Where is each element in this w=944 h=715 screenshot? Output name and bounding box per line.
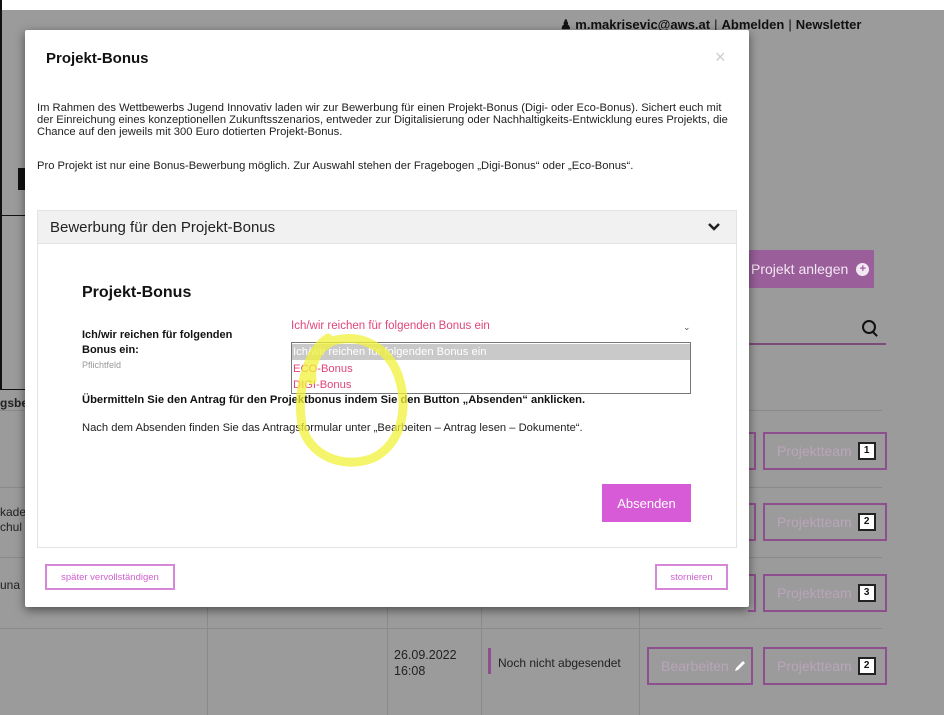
submission-date: 26.09.2022 — [394, 648, 457, 662]
status-indicator — [488, 648, 491, 674]
cell-fragment: chul — [0, 520, 23, 534]
new-project-button[interactable]: Projekt anlegen + — [745, 250, 874, 288]
search-icon[interactable] — [862, 320, 876, 334]
edit-button[interactable]: Bearbeiten — [647, 647, 753, 685]
new-project-label: Projekt anlegen — [751, 261, 849, 277]
table-column-line — [481, 607, 482, 715]
submit-button[interactable]: Absenden — [602, 484, 691, 522]
search-underline — [740, 343, 886, 345]
close-icon[interactable]: × — [715, 47, 726, 68]
accordion-title: Bewerbung für den Projekt-Bonus — [50, 219, 276, 236]
table-column-line — [387, 607, 388, 715]
accordion-header[interactable]: Bewerbung für den Projekt-Bonus — [37, 210, 737, 244]
complete-later-button[interactable]: später vervollständigen — [45, 564, 175, 590]
team-count-badge: 3 — [857, 584, 876, 602]
top-bar — [0, 0, 944, 10]
project-team-label: Projektteam — [777, 443, 852, 459]
chevron-down-icon — [708, 223, 720, 231]
project-team-label: Projektteam — [777, 585, 852, 601]
separator: | — [788, 17, 792, 32]
edit-button-edge[interactable] — [748, 432, 756, 470]
newsletter-link[interactable]: Newsletter — [796, 17, 862, 32]
edit-button-edge[interactable] — [748, 503, 756, 541]
cell-fragment: una — [0, 578, 21, 592]
team-count-badge: 2 — [857, 513, 876, 531]
status-text: Noch nicht abgesendet — [498, 656, 621, 670]
team-count-badge: 1 — [857, 442, 876, 460]
chevron-down-icon: ⌄ — [683, 322, 691, 332]
column-header-fragment: gsbe — [0, 396, 29, 410]
intro-text: Im Rahmen des Wettbewerbs Jugend Innovat… — [37, 102, 728, 138]
required-hint: Pflichtfeld — [82, 360, 122, 370]
frame-line — [0, 389, 25, 390]
edit-button-edge[interactable] — [748, 574, 756, 612]
section-heading: Projekt-Bonus — [82, 284, 192, 301]
project-team-label: Projektteam — [777, 514, 852, 530]
project-team-button[interactable]: Projektteam 1 — [763, 432, 887, 470]
team-count-badge: 2 — [857, 657, 876, 675]
frame-line — [0, 0, 2, 390]
bonus-field-label: Ich/wir reichen für folgenden Bonus ein: — [82, 329, 233, 356]
project-team-button[interactable]: Projektteam 3 — [763, 574, 887, 612]
project-bonus-modal: Projekt-Bonus × Im Rahmen des Wettbewerb… — [25, 30, 749, 607]
project-team-label: Projektteam — [777, 658, 852, 674]
pencil-icon — [734, 661, 745, 671]
table-divider — [0, 628, 882, 629]
edit-label: Bearbeiten — [661, 658, 729, 674]
cell-fragment: kade — [0, 505, 27, 519]
frame-line — [0, 215, 25, 216]
project-team-button[interactable]: Projektteam 2 — [763, 503, 887, 541]
highlight-annotation — [295, 333, 408, 467]
heading-fragment — [18, 168, 25, 190]
table-column-line — [639, 607, 640, 715]
submission-time: 16:08 — [394, 664, 426, 678]
project-team-button[interactable]: Projektteam 2 — [763, 647, 887, 685]
intro-text-secondary: Pro Projekt ist nur eine Bonus-Bewerbung… — [37, 160, 634, 172]
modal-title: Projekt-Bonus — [46, 50, 149, 67]
table-column-line — [207, 607, 208, 715]
cancel-button[interactable]: stornieren — [655, 564, 728, 590]
plus-circle-icon: + — [856, 262, 870, 276]
